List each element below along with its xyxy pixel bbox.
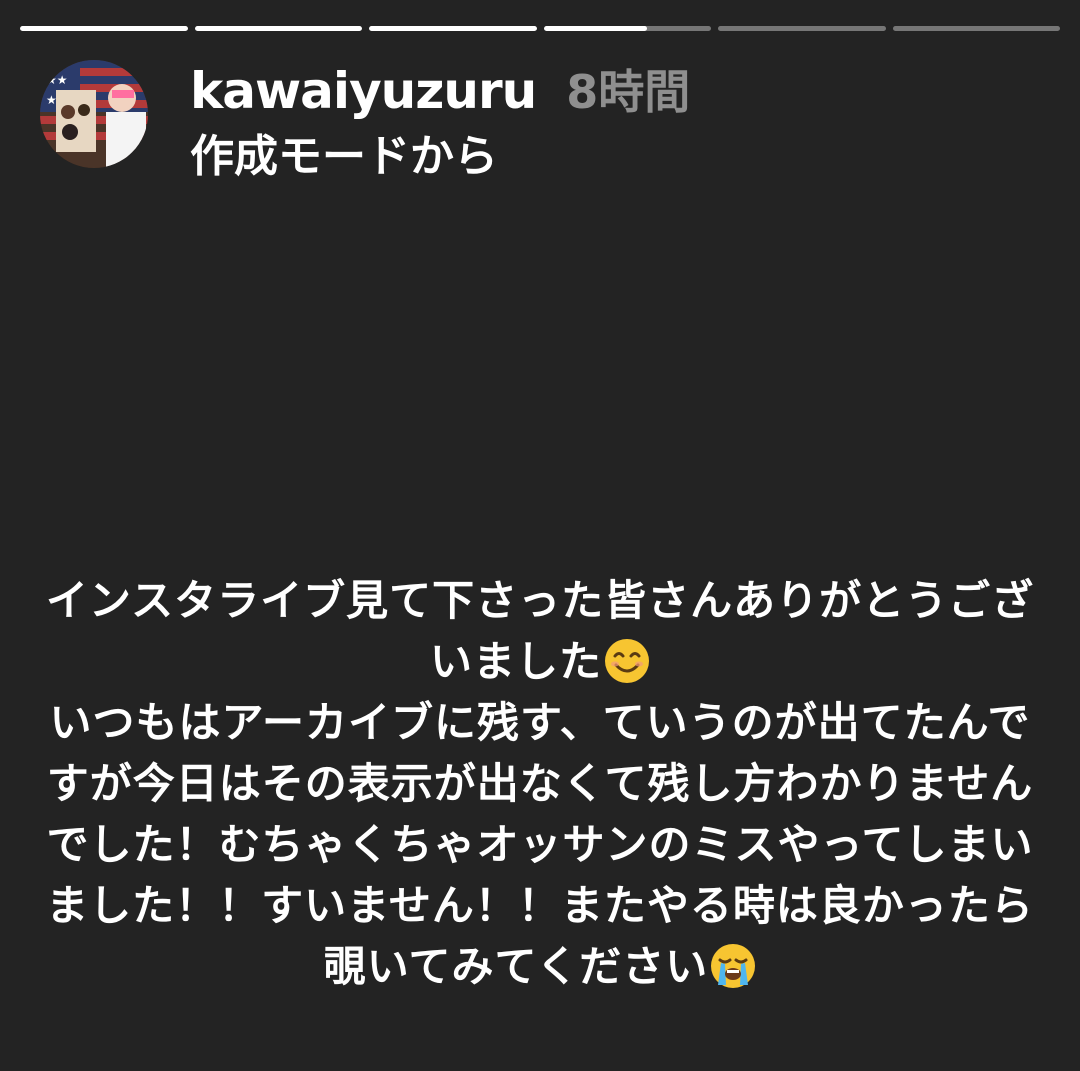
post-time: 8時間	[566, 65, 691, 119]
avatar-photo-icon: ★★ ★	[40, 60, 148, 168]
caption-line: すが今日はその表示が出なくて残し方わかりません	[40, 753, 1040, 814]
caption-text: でした！むちゃくちゃオッサンのミスやってしまい	[46, 820, 1034, 869]
profile-avatar[interactable]: ★★ ★	[40, 60, 148, 168]
loudly-crying-face-icon	[710, 943, 756, 989]
username-link[interactable]: kawaiyuzuru	[190, 62, 537, 120]
story-header: ★★ ★ kawaiyuzuru 8時間 作成モードから	[40, 60, 690, 184]
caption-line: でした！むちゃくちゃオッサンのミスやってしまい	[40, 814, 1040, 875]
progress-segment	[369, 26, 537, 31]
caption-text: ました！！すいません！！またやる時は良かったら	[46, 881, 1034, 930]
caption-text: すが今日はその表示が出なくて残し方わかりません	[46, 759, 1034, 808]
caption-text: いつもはアーカイブに残す、ていうのが出てたんで	[49, 698, 1031, 747]
story-progress-bar	[20, 26, 1060, 32]
caption-text: 覗いてみてください	[323, 942, 709, 991]
progress-fill	[369, 26, 537, 31]
caption-line: いました	[40, 631, 1040, 692]
progress-fill	[20, 26, 188, 31]
progress-segment	[20, 26, 188, 31]
progress-fill	[543, 26, 648, 31]
progress-fill	[194, 26, 362, 31]
create-mode-label[interactable]: 作成モードから	[190, 120, 690, 184]
caption-text: いました	[429, 637, 602, 686]
svg-text:★: ★	[46, 93, 57, 107]
caption-text: インスタライブ見て下さった皆さんありがとうござ	[45, 576, 1035, 625]
svg-text:★★: ★★	[46, 73, 68, 87]
caption-line: ました！！すいません！！またやる時は良かったら	[40, 875, 1040, 936]
smiling-face-icon	[604, 638, 650, 684]
progress-segment	[194, 26, 362, 31]
progress-segment	[718, 26, 886, 31]
caption-line: いつもはアーカイブに残す、ていうのが出てたんで	[40, 692, 1040, 753]
story-caption: インスタライブ見て下さった皆さんありがとうございましたいつもはアーカイブに残す、…	[40, 570, 1040, 997]
caption-line: インスタライブ見て下さった皆さんありがとうござ	[40, 570, 1040, 631]
progress-segment	[892, 26, 1060, 31]
progress-segment	[543, 26, 711, 31]
caption-line: 覗いてみてください	[40, 936, 1040, 997]
